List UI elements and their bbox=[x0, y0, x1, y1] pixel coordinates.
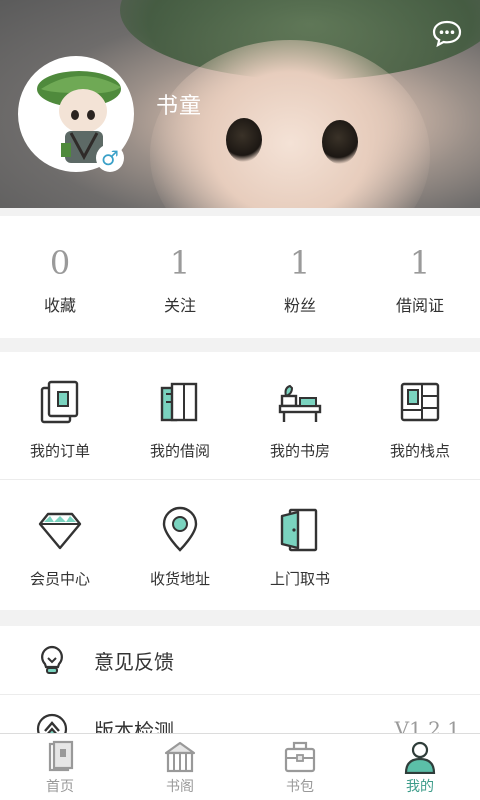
background-eye-right bbox=[322, 120, 358, 164]
profile-header: ♂ 书童 bbox=[0, 0, 480, 208]
stat-followers[interactable]: 1 粉丝 bbox=[240, 216, 360, 338]
person-icon bbox=[404, 741, 436, 774]
grid-item-label: 会员中心 bbox=[29, 570, 90, 588]
grid-item-label: 我的栈点 bbox=[389, 442, 450, 460]
tab-mine[interactable]: 我的 bbox=[360, 734, 480, 800]
pavilion-icon bbox=[164, 741, 196, 773]
order-icon bbox=[40, 380, 79, 424]
grid-row: 会员中心 收货地址 上门取书 bbox=[0, 480, 480, 610]
grid-item-label: 我的订单 bbox=[29, 442, 90, 460]
grid-item-member-center[interactable]: 会员中心 bbox=[0, 480, 120, 610]
home-book-icon bbox=[48, 740, 74, 772]
tab-book-bag[interactable]: 书包 bbox=[240, 734, 360, 800]
tab-label: 首页 bbox=[46, 779, 74, 795]
tab-book-pavilion[interactable]: 书阁 bbox=[120, 734, 240, 800]
stat-library-card[interactable]: 1 借阅证 bbox=[360, 216, 480, 338]
grid-item-door-pickup[interactable]: 上门取书 bbox=[240, 480, 360, 610]
grid-item-my-orders[interactable]: 我的订单 bbox=[0, 352, 120, 479]
bottom-tab-bar: 首页 书阁 书包 我的 bbox=[0, 733, 480, 800]
stat-count: 1 bbox=[409, 244, 431, 282]
grid-item-shipping-address[interactable]: 收货地址 bbox=[120, 480, 240, 610]
door-icon bbox=[280, 508, 318, 552]
diamond-icon bbox=[38, 512, 82, 550]
list-item-label: 意见反馈 bbox=[94, 649, 174, 674]
stat-label: 收藏 bbox=[43, 296, 76, 315]
stat-count: 1 bbox=[169, 244, 191, 282]
tab-label: 我的 bbox=[406, 779, 434, 795]
bag-icon bbox=[284, 741, 316, 773]
grid-item-my-study[interactable]: 我的书房 bbox=[240, 352, 360, 479]
station-icon bbox=[400, 382, 440, 422]
lightbulb-icon bbox=[41, 645, 63, 674]
stat-following[interactable]: 1 关注 bbox=[120, 216, 240, 338]
grid-item-label: 收货地址 bbox=[149, 570, 210, 588]
stat-label: 关注 bbox=[163, 296, 196, 315]
tab-label: 书包 bbox=[286, 779, 314, 795]
grid-item-label: 上门取书 bbox=[269, 570, 330, 588]
gender-male-icon: ♂ bbox=[96, 144, 124, 172]
background-eye-left bbox=[226, 118, 262, 162]
message-icon[interactable] bbox=[432, 18, 462, 48]
stat-count: 1 bbox=[289, 244, 311, 282]
study-room-icon bbox=[278, 384, 322, 422]
stat-label: 借阅证 bbox=[395, 296, 444, 315]
stat-favorites[interactable]: 0 收藏 bbox=[0, 216, 120, 338]
grid-item-label: 我的书房 bbox=[269, 442, 330, 460]
tab-label: 书阁 bbox=[166, 779, 194, 795]
username: 书童 bbox=[156, 94, 203, 119]
list-item-feedback[interactable]: 意见反馈 bbox=[0, 626, 480, 695]
tab-home[interactable]: 首页 bbox=[0, 734, 120, 800]
stats-bar: 0 收藏 1 关注 1 粉丝 1 借阅证 bbox=[0, 216, 480, 338]
stat-count: 0 bbox=[49, 244, 71, 282]
stat-label: 粉丝 bbox=[283, 296, 316, 315]
borrow-icon bbox=[160, 382, 198, 422]
grid-row: 我的订单 我的借阅 我的书房 我的栈点 bbox=[0, 352, 480, 480]
feature-grid: 我的订单 我的借阅 我的书房 我的栈点 会员中心 收货地址 上门取书 bbox=[0, 352, 480, 610]
grid-item-my-borrowing[interactable]: 我的借阅 bbox=[120, 352, 240, 479]
location-pin-icon bbox=[162, 506, 198, 552]
grid-item-my-station[interactable]: 我的栈点 bbox=[360, 352, 480, 479]
grid-item-label: 我的借阅 bbox=[149, 442, 210, 460]
